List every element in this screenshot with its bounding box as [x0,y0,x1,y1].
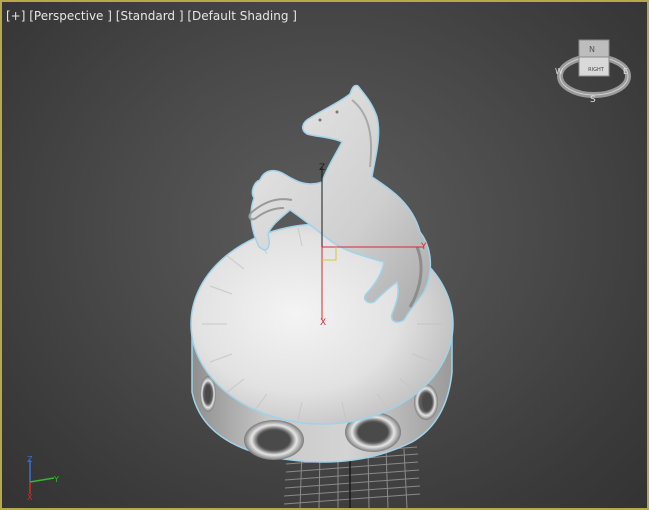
tripod-z-label: Z [27,455,33,464]
viewcube-compass-s: S [590,95,596,105]
gizmo-x-label: X [320,318,326,328]
viewcube-face-label[interactable]: RIGHT [581,67,611,73]
gizmo-y-label: Y [420,242,427,252]
viewcube-compass-e: E [623,67,628,76]
axis-tripod: Z Y X [27,455,59,502]
tripod-y-label: Y [53,475,59,484]
3d-viewport[interactable]: [+] [Perspective ] [Standard ] [Default … [0,0,649,510]
viewcube-compass-w: W [555,67,563,76]
tripod-x-label: X [27,493,33,502]
viewcube-compass-n: N [589,45,595,54]
scene-canvas[interactable]: Z Y X S W N E [2,2,647,508]
gizmo-z-label: Z [319,163,325,173]
